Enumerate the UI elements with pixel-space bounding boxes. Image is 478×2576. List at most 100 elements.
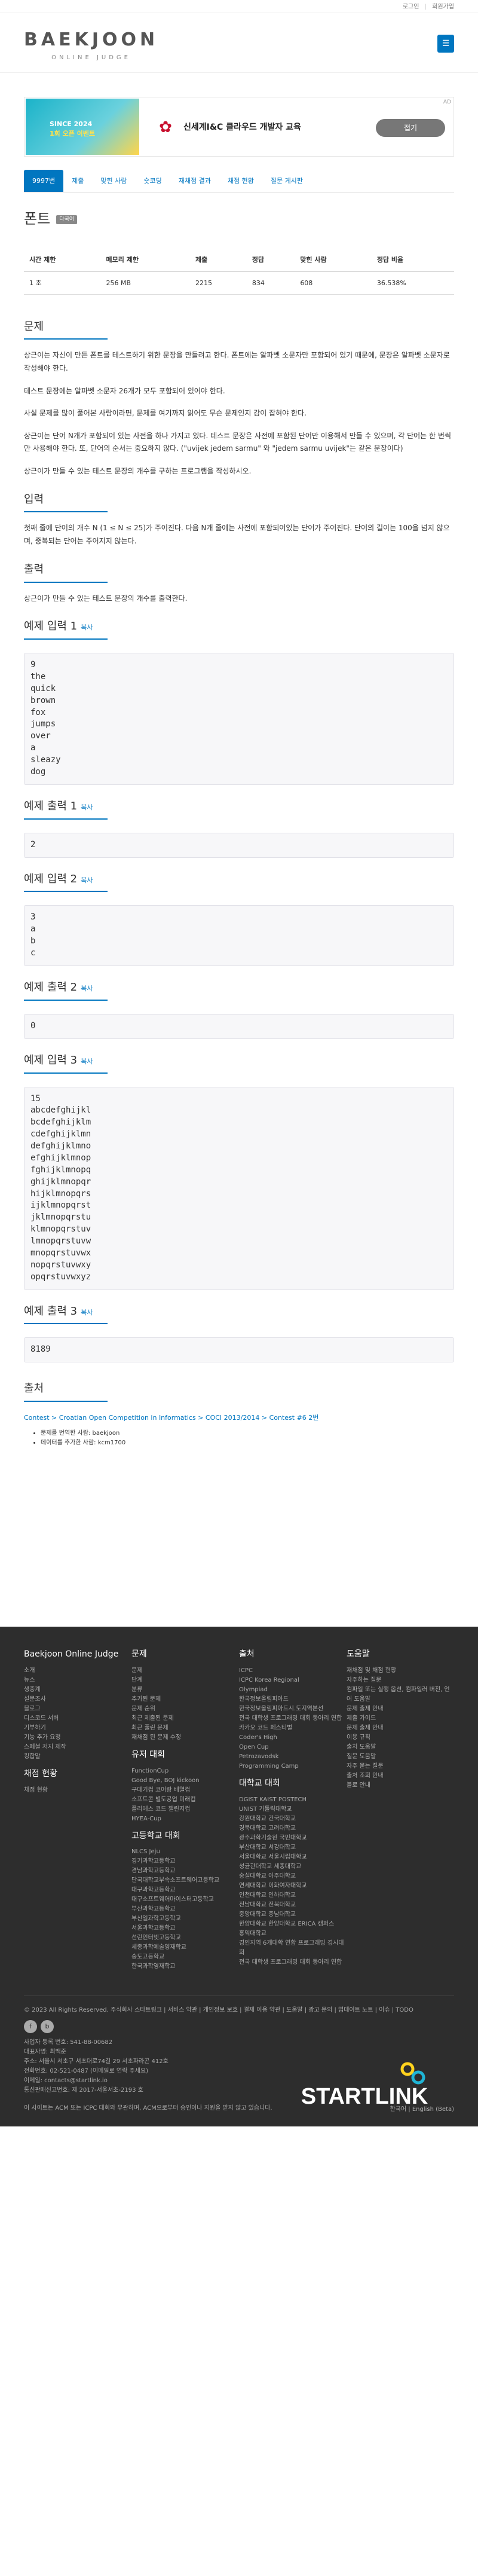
ad-banner[interactable]: SINCE 2024 1회 오픈 이벤트 ✿ 신세계I&C 클라우드 개발자 교…	[24, 97, 454, 157]
footer-link[interactable]: 문제 출제 안내	[347, 1704, 454, 1714]
footer-link[interactable]: ICPC	[239, 1666, 347, 1676]
footer-link[interactable]: 성균관대학교 세종대학교	[239, 1862, 347, 1872]
footer-link[interactable]: 문제 출제 안내	[347, 1724, 454, 1733]
footer-link[interactable]: 부산과학고등학교	[131, 1905, 239, 1914]
footer-link[interactable]: 재채점 및 채점 현황	[347, 1666, 454, 1676]
table-cell[interactable]: 2215	[189, 271, 247, 295]
footer-link[interactable]: 한국정보올림피아드	[239, 1695, 347, 1704]
copy-button[interactable]: 복사	[81, 985, 93, 992]
footer-link[interactable]: 출처 조회 안내	[347, 1771, 454, 1781]
footer-link[interactable]: 출처 도움말	[347, 1743, 454, 1752]
footer-link[interactable]: 최근 제출된 문제	[131, 1714, 239, 1724]
language-switcher[interactable]: 한국어 | English (Beta)	[390, 2105, 454, 2114]
sample-input[interactable]: 9 the quick brown fox jumps over a sleaz…	[24, 653, 454, 785]
footer-link[interactable]: 자주 묻는 질문	[347, 1762, 454, 1771]
footer-link[interactable]: Olympiad	[239, 1685, 347, 1695]
footer-link[interactable]: 디스코드 서버	[24, 1714, 131, 1724]
footer-link[interactable]: 연세대학교 이화여자대학교	[239, 1881, 347, 1891]
footer-link[interactable]: 경남과학고등학교	[131, 1866, 239, 1876]
footer-link[interactable]: 세종과학예술영재학교	[131, 1943, 239, 1952]
footer-link[interactable]: 질문 도움말	[347, 1752, 454, 1762]
footer-link[interactable]: 강원대학교 건국대학교	[239, 1814, 347, 1824]
footer-link[interactable]: DGIST KAIST POSTECH	[239, 1795, 347, 1805]
footer-link[interactable]: 이용 규칙	[347, 1733, 454, 1743]
footer-link[interactable]: 한양대학교 한양대학교 ERICA 캠퍼스	[239, 1920, 347, 1929]
tab-board[interactable]: 질문 게시판	[262, 170, 311, 192]
menu-toggle-button[interactable]: ☰	[437, 35, 454, 53]
sample-input[interactable]: 15 abcdefghijkl bcdefghijklm cdefghijklm…	[24, 1086, 454, 1290]
footer-link[interactable]: 단계	[131, 1676, 239, 1685]
sample-output[interactable]: 2	[24, 832, 454, 858]
tab-short-coding[interactable]: 숏코딩	[135, 170, 170, 192]
footer-link[interactable]: 재채점 된 문제 수정	[131, 1733, 239, 1743]
footer-link[interactable]: 카카오 코드 페스티벌	[239, 1724, 347, 1733]
blog-icon[interactable]: b	[41, 2020, 54, 2034]
footer-link[interactable]: 기능 추가 요청	[24, 1733, 131, 1743]
footer-link[interactable]: Petrozavodsk	[239, 1752, 347, 1762]
footer-link[interactable]: 스페셜 저지 제작	[24, 1743, 131, 1752]
footer-link[interactable]: 전남대학교 전북대학교	[239, 1900, 347, 1910]
facebook-icon[interactable]: f	[24, 2020, 37, 2034]
footer-link[interactable]: 한국과학영재학교	[131, 1962, 239, 1972]
site-logo[interactable]: BAEKJOON ONLINE JUDGE	[24, 26, 158, 62]
footer-link[interactable]: NLCS Jeju	[131, 1847, 239, 1857]
footer-link[interactable]: 홍익대학교	[239, 1929, 347, 1939]
footer-link[interactable]: 채점 현황	[24, 1786, 131, 1795]
footer-link[interactable]: 전국 대학생 프로그래밍 대회 동아리 연합	[239, 1714, 347, 1724]
footer-link[interactable]: 전국 대학생 프로그래밍 대회 동아리 연합	[239, 1958, 347, 1967]
tab-solved-users[interactable]: 맞힌 사람	[92, 170, 135, 192]
signup-link[interactable]: 회원가입	[432, 4, 454, 10]
sample-input[interactable]: 3 a b c	[24, 905, 454, 966]
footer-link[interactable]: 숭실대학교 아주대학교	[239, 1872, 347, 1881]
footer-link[interactable]: 단국대학교부속소프트웨어고등학교	[131, 1876, 239, 1886]
ad-button[interactable]: 접기	[376, 119, 445, 137]
footer-link[interactable]: 플리에스 코드 챌린지컵	[131, 1805, 239, 1814]
footer-link[interactable]: 뉴스	[24, 1676, 131, 1685]
footer-link[interactable]: ICPC Korea Regional	[239, 1676, 347, 1685]
language-badge[interactable]: 다국어	[56, 215, 78, 225]
footer-link[interactable]: Programming Camp	[239, 1762, 347, 1771]
footer-link[interactable]: 킹합말	[24, 1752, 131, 1762]
footer-link[interactable]: 소개	[24, 1666, 131, 1676]
footer-link[interactable]: Coder's High	[239, 1733, 347, 1743]
footer-link[interactable]: 중앙대학교 충남대학교	[239, 1910, 347, 1920]
tab-status[interactable]: 채점 현황	[219, 170, 262, 192]
footer-link[interactable]: 컴파일 또는 실행 옵션, 컴파일러 버전, 언어 도움말	[347, 1685, 454, 1704]
footer-link[interactable]: UNIST 가톨릭대학교	[239, 1805, 347, 1814]
copy-button[interactable]: 복사	[81, 876, 93, 884]
footer-link[interactable]: 숭도고등학교	[131, 1952, 239, 1962]
footer-link[interactable]: 경기과학고등학교	[131, 1857, 239, 1866]
footer-link[interactable]: 구데기컵 코어랑 배열컵	[131, 1786, 239, 1795]
footer-link[interactable]: 자주하는 질문	[347, 1676, 454, 1685]
copy-button[interactable]: 복사	[81, 803, 93, 811]
footer-link[interactable]: 문제 순위	[131, 1704, 239, 1714]
footer-link[interactable]: 경북대학교 고려대학교	[239, 1824, 347, 1834]
footer-link[interactable]: HYEA-Cup	[131, 1814, 239, 1824]
tab-submit[interactable]: 제출	[63, 170, 92, 192]
copy-button[interactable]: 복사	[81, 624, 93, 631]
ad-close-icon[interactable]: AD	[443, 99, 451, 107]
footer-link[interactable]: 광주과학기술원 국민대학교	[239, 1834, 347, 1843]
footer-link[interactable]: Open Cup	[239, 1743, 347, 1752]
footer-link[interactable]: 블로 안내	[347, 1781, 454, 1790]
login-link[interactable]: 로그인	[403, 4, 419, 10]
footer-link[interactable]: 블로그	[24, 1704, 131, 1714]
footer-link[interactable]: 최근 풀린 문제	[131, 1724, 239, 1733]
footer-link[interactable]: 서울과학고등학교	[131, 1924, 239, 1933]
footer-link[interactable]: 한국정보올림피아드시.도지역본선	[239, 1704, 347, 1714]
copy-button[interactable]: 복사	[81, 1309, 93, 1316]
footer-link[interactable]: 제출 가이드	[347, 1714, 454, 1724]
footer-link[interactable]: FunctionCup	[131, 1767, 239, 1776]
footer-link[interactable]: 경인지역 6개대학 연합 프로그래밍 경시대회	[239, 1939, 347, 1958]
footer-link[interactable]: 기부하기	[24, 1724, 131, 1733]
footer-link[interactable]: 문제	[131, 1666, 239, 1676]
footer-link[interactable]: 소프트콘 별도공업 미래컵	[131, 1795, 239, 1805]
tab-problem[interactable]: 9997번	[24, 170, 64, 192]
sample-output[interactable]: 0	[24, 1013, 454, 1039]
sample-output[interactable]: 8189	[24, 1337, 454, 1363]
footer-link[interactable]: 추가된 문제	[131, 1695, 239, 1704]
source-link[interactable]: Contest > Croatian Open Competition in I…	[24, 1414, 318, 1422]
footer-link[interactable]: 부산대학교 서강대학교	[239, 1843, 347, 1853]
footer-link[interactable]: 대구소프트웨어마이스터고등학교	[131, 1895, 239, 1905]
footer-link[interactable]: 인천대학교 인하대학교	[239, 1891, 347, 1900]
